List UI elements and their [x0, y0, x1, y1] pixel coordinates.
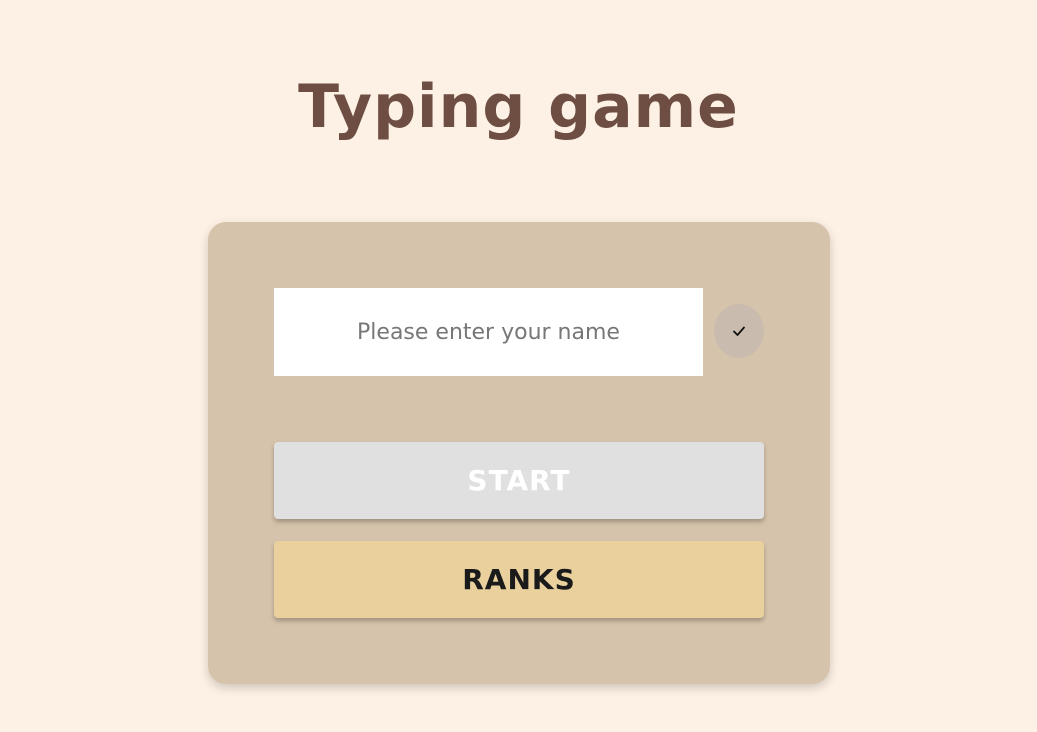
name-input[interactable]	[274, 288, 703, 376]
page: Typing game START RANKS	[0, 0, 1037, 732]
start-button[interactable]: START	[274, 442, 764, 519]
login-card: START RANKS	[208, 222, 830, 684]
page-title: Typing game	[298, 72, 739, 142]
ranks-button-label: RANKS	[462, 563, 576, 596]
start-button-label: START	[467, 464, 571, 497]
confirm-name-button[interactable]	[714, 304, 764, 358]
ranks-button[interactable]: RANKS	[274, 541, 764, 618]
check-icon	[733, 326, 745, 336]
